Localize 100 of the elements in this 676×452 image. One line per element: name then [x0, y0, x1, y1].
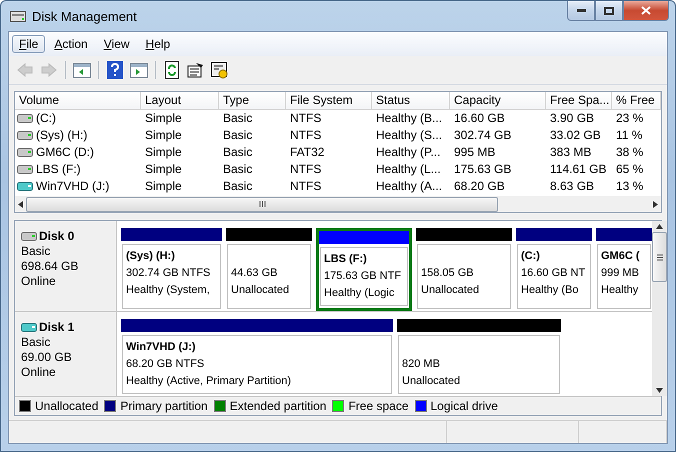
partition-name: GM6C ( [601, 249, 640, 264]
table-cell: Healthy (L... [376, 161, 441, 178]
minimize-icon [576, 9, 586, 12]
hard-drive-icon [17, 148, 33, 157]
table-cell: (C:) [36, 110, 56, 127]
partition-size: 16.60 GB NT [521, 266, 586, 281]
column-header[interactable]: Volume [15, 92, 141, 110]
partition-size: 820 MB [402, 357, 441, 372]
table-cell: 68.20 GB [454, 178, 505, 195]
partition-status: Healthy (Active, Primary Partition) [126, 374, 292, 389]
table-cell: FAT32 [290, 144, 324, 161]
partition-size: 999 MB [601, 266, 640, 281]
maximize-button[interactable] [595, 1, 623, 21]
menu-item[interactable]: Help [138, 35, 178, 53]
table-cell: Simple [145, 161, 182, 178]
disk-status: Online [21, 274, 57, 289]
minimize-button[interactable] [567, 1, 595, 21]
scroll-right-icon [653, 200, 658, 208]
vertical-scrollbar[interactable] [652, 221, 667, 396]
disk-name: Disk 0 [39, 229, 74, 244]
legend-label: Extended partition [230, 399, 326, 413]
table-cell: Simple [145, 144, 182, 161]
scrollbar-thumb[interactable] [652, 232, 667, 282]
table-cell: Simple [145, 110, 182, 127]
panel-icon [73, 62, 91, 78]
column-header[interactable]: Status [372, 92, 450, 110]
properties-icon [187, 62, 205, 78]
table-cell: 175.63 GB [454, 161, 512, 178]
toolbar-button[interactable] [105, 60, 125, 80]
maximize-icon [604, 6, 614, 14]
column-header[interactable]: File System [286, 92, 372, 110]
refresh-icon [165, 61, 179, 79]
partition-name: (Sys) (H:) [126, 249, 176, 264]
window-title: Disk Management [32, 8, 138, 24]
table-cell: 302.74 GB [454, 127, 512, 144]
forward-arrow-icon [41, 63, 57, 77]
hard-drive-icon [17, 165, 33, 174]
column-header[interactable]: Layout [141, 92, 219, 110]
table-cell: LBS (F:) [36, 161, 81, 178]
table-cell: Simple [145, 127, 182, 144]
table-cell: 33.02 GB [550, 127, 601, 144]
table-cell: 38 % [616, 144, 644, 161]
table-cell: Healthy (B... [376, 110, 442, 127]
panel-icon [130, 62, 148, 78]
menu-item[interactable]: File [12, 35, 46, 53]
scroll-left-icon [18, 200, 23, 208]
table-cell: (Sys) (H:) [36, 127, 88, 144]
table-cell: 23 % [616, 110, 644, 127]
column-header[interactable]: Capacity [450, 92, 546, 110]
table-cell: 13 % [616, 178, 644, 195]
scroll-up-icon [656, 224, 663, 229]
table-cell: 65 % [616, 161, 644, 178]
back-arrow-icon [17, 63, 33, 77]
partition-name: LBS (F:) [324, 252, 368, 267]
close-button[interactable] [623, 1, 669, 21]
column-header[interactable]: Free Spa... [546, 92, 612, 110]
table-cell: Basic [223, 127, 252, 144]
partition-status: Healthy (Logic [324, 286, 396, 301]
legend-label: Logical drive [430, 399, 498, 413]
scrollbar-thumb[interactable] [26, 196, 498, 212]
partition-status: Unallocated [402, 374, 462, 389]
menu-item[interactable]: View [96, 35, 137, 53]
legend-label: Unallocated [35, 399, 98, 413]
legend-label: Primary partition [120, 399, 208, 413]
legend-label: Free space [348, 399, 408, 413]
table-cell: NTFS [290, 110, 322, 127]
disk-settings-icon [211, 62, 229, 78]
toolbar-button[interactable] [162, 60, 182, 80]
table-cell: Healthy (S... [376, 127, 442, 144]
table-cell: 383 MB [550, 144, 592, 161]
table-cell: Simple [145, 178, 182, 195]
scroll-down-icon [656, 388, 663, 393]
table-cell: NTFS [290, 178, 322, 195]
partition-size: 302.74 GB NTFS [126, 266, 212, 281]
hard-drive-icon [21, 232, 37, 241]
partition-name: Win7VHD (J:) [126, 340, 197, 355]
help-icon [107, 61, 123, 79]
grip-icon [656, 254, 662, 260]
partition-size: 175.63 GB NTF [324, 269, 402, 284]
horizontal-scrollbar[interactable] [15, 196, 661, 212]
partition-size: 158.05 GB [421, 266, 475, 281]
partition-status: Healthy (Bo [521, 283, 580, 298]
table-cell: 8.63 GB [550, 178, 594, 195]
table-cell: Basic [223, 161, 252, 178]
toolbar-button[interactable] [186, 60, 206, 80]
column-header[interactable]: Type [219, 92, 286, 110]
toolbar-button[interactable] [210, 60, 230, 80]
disk-status: Online [21, 365, 57, 380]
table-cell: 114.61 GB [550, 161, 606, 178]
table-cell: Basic [223, 178, 252, 195]
disk-size: 69.00 GB [21, 350, 73, 365]
column-header[interactable]: % Free [612, 92, 661, 110]
hard-drive-icon [17, 114, 33, 123]
app-icon [10, 9, 26, 23]
table-cell: Basic [223, 110, 252, 127]
table-cell: NTFS [290, 161, 322, 178]
partition-size: 44.63 GB [231, 266, 278, 281]
menu-item[interactable]: Action [47, 35, 95, 53]
table-cell: Basic [223, 144, 252, 161]
table-cell: GM6C (D:) [36, 144, 94, 161]
